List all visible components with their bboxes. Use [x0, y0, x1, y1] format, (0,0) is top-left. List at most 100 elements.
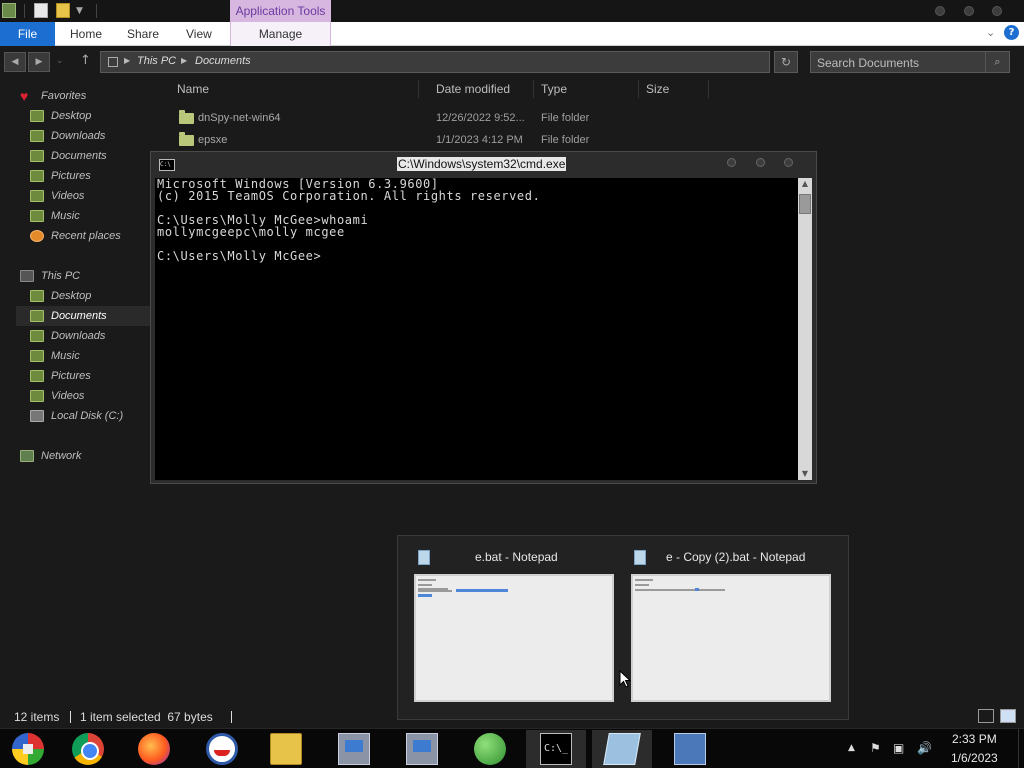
thumbnail-selection	[418, 594, 432, 597]
notepad-thumbnail[interactable]	[631, 574, 831, 702]
navigation-pane: ♥ Favorites Desktop Downloads Documents …	[0, 82, 166, 702]
nav-favorites-downloads[interactable]: Downloads	[30, 126, 190, 146]
table-row[interactable]: epsxe 1/1/2023 4:12 PM File folder	[168, 130, 628, 152]
table-row[interactable]: dnSpy-net-win64 12/26/2022 9:52... File …	[168, 108, 628, 130]
start-button[interactable]	[0, 730, 60, 768]
column-separator[interactable]	[638, 80, 639, 98]
column-header-type[interactable]: Type	[541, 82, 567, 96]
console-output[interactable]: Microsoft Windows [Version 6.3.9600] (c)…	[155, 178, 798, 480]
remote-desktop-icon	[674, 733, 706, 765]
clock-date[interactable]: 1/6/2023	[951, 751, 998, 765]
nav-favorites[interactable]: ♥ Favorites	[20, 86, 180, 106]
nav-item-label: Pictures	[51, 370, 91, 382]
folder-icon	[179, 110, 194, 124]
customize-quick-access-chevron-icon[interactable]: ▼	[76, 6, 83, 16]
help-icon[interactable]: ?	[1004, 25, 1019, 40]
console-line: (c) 2015 TeamOS Corporation. All rights …	[157, 189, 541, 203]
refresh-button[interactable]: ↻	[774, 51, 798, 73]
console-prompt-line: C:\Users\Molly McGee>	[157, 249, 322, 263]
nav-favorites-desktop[interactable]: Desktop	[30, 106, 190, 126]
taskbar-installer-2[interactable]	[392, 730, 452, 768]
thumbnail-selection	[456, 589, 508, 592]
hard-drive-icon	[30, 410, 44, 422]
console-scrollbar[interactable]: ▲ ▼	[798, 178, 812, 480]
show-hidden-icons-chevron-icon[interactable]: ▲	[848, 743, 855, 753]
tab-file[interactable]: File	[0, 22, 55, 46]
show-desktop-button[interactable]	[1018, 729, 1024, 768]
column-header-name[interactable]: Name	[177, 82, 209, 96]
scroll-thumb[interactable]	[799, 194, 811, 214]
breadcrumb-documents[interactable]: Documents	[195, 55, 251, 67]
nav-this-pc-label: This PC	[41, 270, 81, 282]
cmd-icon[interactable]: C:\	[159, 159, 175, 171]
large-icons-view-button[interactable]	[1000, 709, 1016, 723]
address-bar: ◀ ▶ ⌄ ↑ ▶ This PC ▶ Documents ↻ ⌕	[0, 48, 1024, 76]
address-field[interactable]: ▶ This PC ▶ Documents	[100, 51, 770, 73]
breadcrumb-this-pc[interactable]: This PC	[137, 55, 176, 67]
taskbar-cmd[interactable]: C:\_	[526, 730, 586, 768]
taskbar-thumbnail-previews: e.bat - Notepad e - Copy (2).bat - Notep…	[397, 535, 849, 720]
up-arrow-icon[interactable]: ↑	[80, 53, 91, 68]
details-view-button[interactable]	[978, 709, 994, 723]
taskbar-chrome[interactable]	[58, 730, 118, 768]
videos-icon	[30, 190, 44, 202]
expand-ribbon-chevron-icon[interactable]: ⌄	[986, 26, 995, 39]
taskbar-remote-desktop[interactable]	[660, 730, 720, 768]
column-separator[interactable]	[418, 80, 419, 98]
tab-share[interactable]: Share	[127, 22, 159, 46]
properties-icon[interactable]	[34, 3, 48, 18]
back-button[interactable]: ◀	[4, 52, 26, 72]
column-header-size[interactable]: Size	[646, 82, 669, 96]
cmd-maximize-button[interactable]	[756, 158, 765, 167]
notepad-icon	[634, 550, 646, 565]
new-folder-icon[interactable]	[56, 3, 70, 18]
status-separator	[231, 711, 232, 723]
search-box[interactable]: ⌕	[810, 51, 1010, 73]
thumbnail-text-line	[418, 590, 452, 592]
column-separator[interactable]	[533, 80, 534, 98]
action-center-flag-icon[interactable]: ⚑	[870, 741, 881, 755]
cmd-close-button[interactable]	[784, 158, 793, 167]
network-icon[interactable]: ▣	[893, 741, 904, 755]
volume-icon[interactable]: 🔊	[917, 741, 932, 755]
chrome-icon	[72, 733, 104, 765]
scroll-up-arrow-icon[interactable]: ▲	[799, 178, 811, 190]
scroll-down-arrow-icon[interactable]: ▼	[799, 468, 811, 480]
taskbar-installer-1[interactable]	[324, 730, 384, 768]
file-date: 1/1/2023 4:12 PM	[436, 134, 523, 146]
close-button[interactable]	[992, 6, 1002, 16]
clock-time[interactable]: 2:33 PM	[952, 732, 997, 746]
search-icon[interactable]: ⌕	[985, 52, 1009, 72]
recent-locations-chevron-icon[interactable]: ⌄	[56, 56, 64, 66]
nav-item-label: Local Disk (C:)	[51, 410, 124, 422]
file-explorer-icon	[270, 733, 302, 765]
notepad-thumbnail[interactable]	[414, 574, 614, 702]
maximize-button[interactable]	[964, 6, 974, 16]
music-icon	[30, 210, 44, 222]
cmd-window[interactable]: C:\ C:\Windows\system32\cmd.exe Microsof…	[150, 151, 817, 484]
column-header-date-modified[interactable]: Date modified	[436, 82, 510, 96]
taskbar-obama-logo-app[interactable]	[192, 730, 252, 768]
file-date: 12/26/2022 9:52...	[436, 112, 525, 124]
taskbar-firefox[interactable]	[124, 730, 184, 768]
people-icon	[474, 733, 506, 765]
column-separator[interactable]	[708, 80, 709, 98]
tab-manage[interactable]: Manage	[230, 22, 331, 46]
nav-item-label: Recent places	[51, 230, 121, 242]
taskbar-file-explorer[interactable]	[256, 730, 316, 768]
app-icon[interactable]	[2, 3, 16, 18]
taskbar-people[interactable]	[460, 730, 520, 768]
minimize-button[interactable]	[935, 6, 945, 16]
search-input[interactable]	[817, 55, 982, 70]
forward-button[interactable]: ▶	[28, 52, 50, 72]
tab-view[interactable]: View	[186, 22, 212, 46]
ribbon-tabs: File Home Share View Manage ⌄ ?	[0, 22, 1024, 46]
separator	[24, 4, 25, 18]
tab-home[interactable]: Home	[70, 22, 102, 46]
recent-places-icon	[30, 230, 44, 242]
nav-thispc-documents[interactable]: Documents	[16, 306, 166, 326]
cmd-minimize-button[interactable]	[727, 158, 736, 167]
separator	[96, 4, 97, 18]
taskbar-notepad[interactable]	[592, 730, 652, 768]
obama-logo-icon	[206, 733, 238, 765]
